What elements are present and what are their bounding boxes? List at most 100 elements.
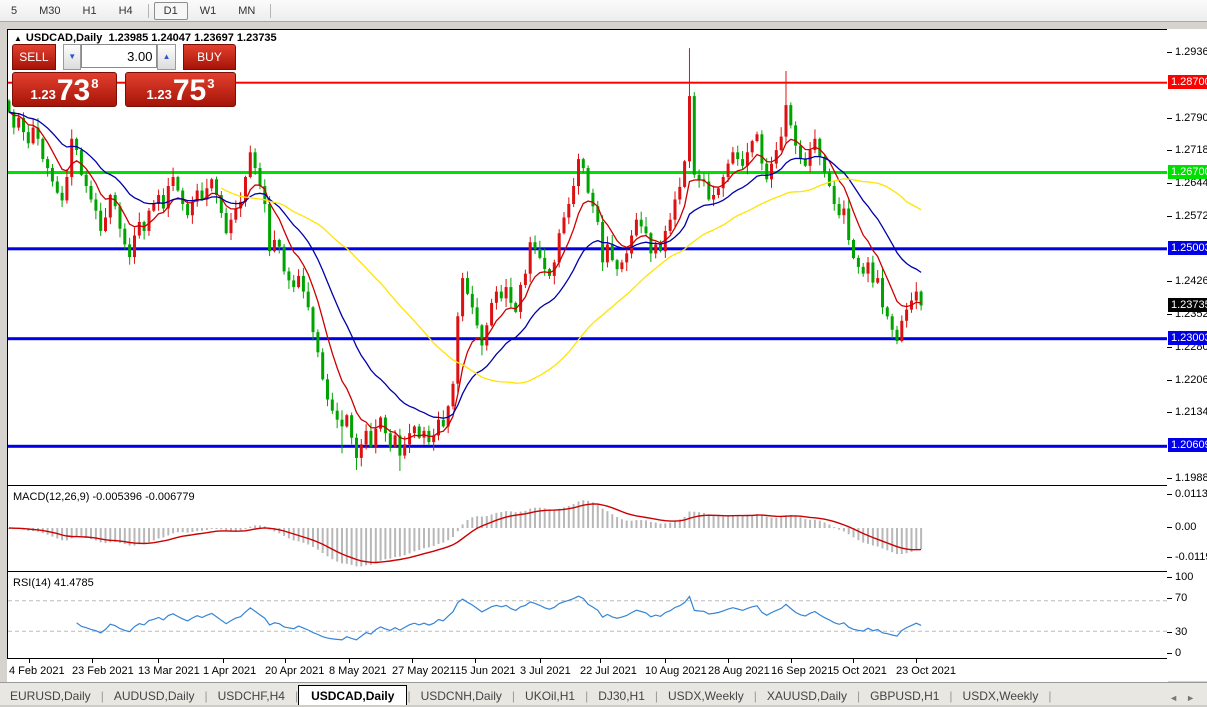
toolbar-separator [270,4,271,18]
level-price-badge: 1.25003 [1168,241,1207,255]
date-label: 28 Aug 2021 [708,665,770,677]
price-tick-label: 1.22060 [1175,374,1207,386]
date-tick-mark [412,659,413,663]
date-label: 10 Aug 2021 [645,665,707,677]
chart-tab-xauusd-daily[interactable]: XAUUSD,Daily [757,686,857,706]
tab-scroll-right-icon[interactable]: ► [1186,693,1203,703]
axis-tick-mark [1167,380,1172,381]
chart-tab-usdcnh-daily[interactable]: USDCNH,Daily [411,686,512,706]
indicator-tick-label: 0.01135 [1175,488,1207,500]
axis-tick-mark [1167,494,1172,495]
date-label: 23 Feb 2021 [72,665,134,677]
date-label: 20 Apr 2021 [265,665,324,677]
price-tick-label: 1.25720 [1175,210,1207,222]
timeframe-button-h4[interactable]: H4 [109,2,143,20]
one-click-trade-panel: SELL ▼ ▲ BUY 1.23 73 8 1.23 75 3 [12,44,236,107]
axis-tick-mark [1167,118,1172,119]
chart-tab-usdx-weekly[interactable]: USDX,Weekly [658,686,754,706]
indicator-tick-label: 30 [1175,626,1187,638]
rsi-canvas[interactable] [8,574,1167,659]
price-tick-label: 1.29360 [1175,46,1207,58]
axis-tick-mark [1167,632,1172,633]
chart-window: ▲ USDCAD,Daily 1.23985 1.24047 1.23697 1.… [7,29,1168,682]
timeframe-button-m30[interactable]: M30 [29,2,70,20]
timeframe-button-5[interactable]: 5 [1,2,27,20]
buy-price-pip: 3 [207,76,214,91]
date-tick-mark [158,659,159,663]
tab-scroll-arrows: ◄► [1169,693,1203,703]
indicator-tick-label: 0 [1175,647,1181,659]
chart-tab-usdcad-daily[interactable]: USDCAD,Daily [298,685,407,706]
date-tick-mark [665,659,666,663]
date-axis[interactable]: 4 Feb 2021 23 Feb 2021 13 Mar 20211 Apr 20… [7,658,1167,682]
price-tick-label: 1.19880 [1175,472,1207,484]
chart-tab-ukoil-h1[interactable]: UKOil,H1 [515,686,585,706]
tab-separator: | [1048,689,1051,703]
buy-price-prefix: 1.23 [147,87,172,102]
axis-tick-mark [1167,557,1172,558]
indicator-tick-label: 100 [1175,571,1193,583]
date-label: 1 Apr 2021 [203,665,256,677]
sell-price-prefix: 1.23 [31,87,56,102]
date-tick-mark [728,659,729,663]
date-label: 16 Sep 2021 [771,665,833,677]
date-label: 4 Feb 2021 [9,665,65,677]
symbol-name: USDCAD,Daily [26,32,102,44]
date-label: 22 Jul 2021 [580,665,637,677]
timeframe-toolbar: 5M30H1H4 D1W1MN [0,0,1207,22]
axis-tick-mark [1167,52,1172,53]
volume-input[interactable] [81,44,157,68]
date-tick-mark [349,659,350,663]
axis-tick-mark [1167,216,1172,217]
level-price-badge: 1.23003 [1168,331,1207,345]
axis-tick-mark [1167,478,1172,479]
level-price-badge: 1.26700 [1168,165,1207,179]
date-tick-mark [29,659,30,663]
level-price-badge: 1.20609 [1168,438,1207,452]
axis-tick-mark [1167,598,1172,599]
date-tick-mark [600,659,601,663]
collapse-icon[interactable]: ▲ [14,34,22,43]
ohlc-values: 1.23985 1.24047 1.23697 1.23735 [108,32,276,44]
date-label: 13 Mar 2021 [138,665,200,677]
chart-tab-gbpusd-h1[interactable]: GBPUSD,H1 [860,686,949,706]
sell-price-pip: 8 [91,76,98,91]
date-tick-mark [540,659,541,663]
chart-title: ▲ USDCAD,Daily 1.23985 1.24047 1.23697 1.… [14,32,277,44]
buy-price-display[interactable]: 1.23 75 3 [125,72,236,107]
price-tick-label: 1.27180 [1175,144,1207,156]
indicator-tick-label: -0.01190 [1175,551,1207,563]
tab-scroll-left-icon[interactable]: ◄ [1169,693,1186,703]
volume-increase-button[interactable]: ▲ [157,44,175,70]
date-tick-mark [916,659,917,663]
current-price-badge: 1.23735 [1168,298,1207,312]
timeframe-button-h1[interactable]: H1 [73,2,107,20]
date-tick-mark [92,659,93,663]
toolbar-separator [148,4,149,18]
trading-app-window: 5M30H1H4 D1W1MN ▲ USDCAD,Daily 1.23985 1.2… [0,0,1207,707]
date-tick-mark [223,659,224,663]
date-label: 27 May 2021 [392,665,456,677]
date-label: 3 Jul 2021 [520,665,571,677]
chart-tab-usdx-weekly[interactable]: USDX,Weekly [953,686,1049,706]
axis-tick-mark [1167,577,1172,578]
price-tick-label: 1.24260 [1175,275,1207,287]
timeframe-button-d1[interactable]: D1 [154,2,188,20]
date-label: 15 Jun 2021 [455,665,516,677]
chart-tab-usdchf-h4[interactable]: USDCHF,H4 [208,686,295,706]
chart-tab-dj30-h1[interactable]: DJ30,H1 [588,686,655,706]
timeframe-button-mn[interactable]: MN [228,2,265,20]
macd-label: MACD(12,26,9) -0.005396 -0.006779 [13,491,195,503]
indicator-tick-label: 70 [1175,592,1187,604]
buy-button[interactable]: BUY [183,44,236,70]
price-axis[interactable]: 1.293601.279001.271801.264401.257201.242… [1167,29,1207,681]
chart-tab-eurusd-daily[interactable]: EURUSD,Daily [0,686,101,706]
sell-price-display[interactable]: 1.23 73 8 [12,72,117,107]
date-tick-mark [853,659,854,663]
chart-tab-audusd-daily[interactable]: AUDUSD,Daily [104,686,205,706]
timeframe-button-w1[interactable]: W1 [190,2,227,20]
rsi-label: RSI(14) 41.4785 [13,577,94,589]
axis-tick-mark [1167,314,1172,315]
volume-decrease-button[interactable]: ▼ [63,44,81,70]
sell-button[interactable]: SELL [12,44,56,70]
